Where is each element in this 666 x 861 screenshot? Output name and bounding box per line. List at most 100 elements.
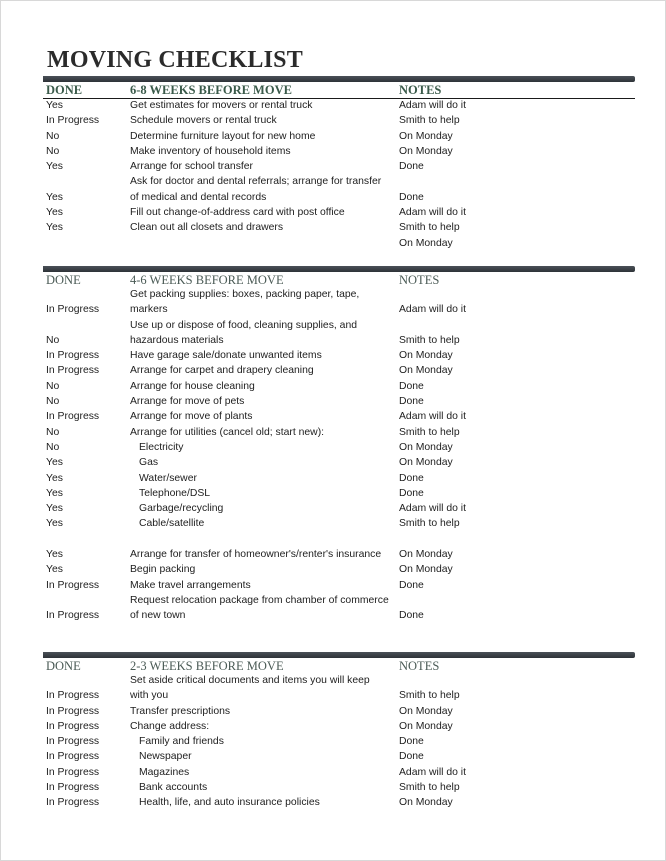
status-cell: Yes xyxy=(46,191,63,203)
notes-cell: Done xyxy=(399,751,424,763)
status-cell: No xyxy=(46,145,60,157)
notes-cell: On Monday xyxy=(399,457,453,469)
checklist-row: In Progress Arrange for move of plants Ada… xyxy=(43,410,635,425)
section-4-6-weeks: DONE 4-6 WEEKS BEFORE MOVE NOTES Get pac… xyxy=(43,266,635,625)
status-cell: In Progress xyxy=(46,705,100,717)
status-cell: Yes xyxy=(46,549,63,561)
status-cell: Yes xyxy=(46,564,63,576)
task-cell: Arrange for carpet and drapery cleaning xyxy=(130,365,314,377)
checklist-row: Set aside critical documents and items y… xyxy=(43,674,635,689)
checklist-row: No Electricity On Monday xyxy=(43,441,635,456)
task-cell: Transfer prescriptions xyxy=(130,705,231,717)
section-header: DONE 6-8 WEEKS BEFORE MOVE NOTES xyxy=(43,82,635,99)
header-task: 4-6 WEEKS BEFORE MOVE xyxy=(130,273,284,287)
notes-cell: On Monday xyxy=(399,237,453,249)
task-cell: Garbage/recycling xyxy=(139,503,224,515)
notes-cell: On Monday xyxy=(399,350,453,362)
checklist-row: In Progress Family and friends Done xyxy=(43,735,635,750)
status-cell: No xyxy=(46,441,60,453)
checklist-row: Yes Get estimates for movers or rental tr… xyxy=(43,99,635,114)
task-cell: markers xyxy=(130,304,168,316)
task-cell: Make travel arrangements xyxy=(130,579,251,591)
task-cell: Get packing supplies: boxes, packing pap… xyxy=(130,289,360,300)
checklist-row: Yes Arrange for transfer of homeowner's/r… xyxy=(43,548,635,563)
status-cell: In Progress xyxy=(46,751,100,763)
task-cell: Ask for doctor and dental referrals; arr… xyxy=(130,176,382,188)
status-cell: No xyxy=(46,380,60,392)
checklist-row: No Determine furniture layout for new hom… xyxy=(43,130,635,145)
checklist-row: Yes Telephone/DSL Done xyxy=(43,487,635,502)
notes-cell: On Monday xyxy=(399,145,453,157)
checklist-row: Yes Begin packing On Monday xyxy=(43,563,635,578)
task-cell: Family and friends xyxy=(139,736,224,748)
header-notes: NOTES xyxy=(399,659,440,673)
notes-cell: On Monday xyxy=(399,564,453,576)
task-cell: Arrange for house cleaning xyxy=(130,380,255,392)
checklist-row: In Progress Bank accounts Smith to help xyxy=(43,781,635,796)
status-cell: In Progress xyxy=(46,579,100,591)
status-cell: In Progress xyxy=(46,797,100,809)
checklist-row: In Progress Change address: On Monday xyxy=(43,720,635,735)
task-cell: Clean out all closets and drawers xyxy=(130,222,284,234)
checklist-row: Yes Water/sewer Done xyxy=(43,472,635,487)
notes-cell: Done xyxy=(399,579,424,591)
checklist-row: In Progress Have garage sale/donate unwan… xyxy=(43,349,635,364)
checklist-row: Yes of medical and dental records Done xyxy=(43,191,635,206)
checklist-row: Ask for doctor and dental referrals; arr… xyxy=(43,175,635,190)
status-cell: In Progress xyxy=(46,115,100,127)
checklist-row: In Progress Health, life, and auto insura… xyxy=(43,796,635,811)
checklist-rows: Get packing supplies: boxes, packing pap… xyxy=(43,288,635,625)
notes-cell: Smith to help xyxy=(399,690,460,702)
status-cell: No xyxy=(46,396,60,408)
section-header: DONE 4-6 WEEKS BEFORE MOVE NOTES xyxy=(43,272,635,288)
task-cell: Use up or dispose of food, cleaning supp… xyxy=(130,319,358,331)
status-cell: Yes xyxy=(46,457,63,469)
task-cell: Begin packing xyxy=(130,564,196,576)
notes-cell: Smith to help xyxy=(399,426,460,438)
checklist-rows: Yes Get estimates for movers or rental tr… xyxy=(43,99,635,252)
header-task: 6-8 WEEKS BEFORE MOVE xyxy=(130,83,292,97)
checklist-row: In Progress Magazines Adam will do it xyxy=(43,766,635,781)
checklist-row: No hazardous materials Smith to help xyxy=(43,334,635,349)
task-cell: Arrange for transfer of homeowner's/rent… xyxy=(130,549,382,561)
task-cell: Gas xyxy=(139,457,159,469)
header-notes: NOTES xyxy=(399,273,440,287)
notes-cell: Done xyxy=(399,396,424,408)
task-cell: Arrange for school transfer xyxy=(130,161,254,173)
status-cell: Yes xyxy=(46,518,63,530)
status-cell: In Progress xyxy=(46,736,100,748)
checklist-row: Request relocation package from chamber … xyxy=(43,594,635,609)
notes-cell: On Monday xyxy=(399,549,453,561)
notes-cell: Adam will do it xyxy=(399,304,466,316)
notes-cell: Done xyxy=(399,472,424,484)
notes-cell: Adam will do it xyxy=(399,503,466,515)
notes-cell: Done xyxy=(399,191,424,203)
status-cell: In Progress xyxy=(46,304,100,316)
notes-cell: Adam will do it xyxy=(399,411,466,423)
checklist-row: In Progress with you Smith to help xyxy=(43,689,635,704)
notes-cell: Done xyxy=(399,161,424,173)
task-cell: Arrange for move of pets xyxy=(130,396,245,408)
checklist-row: Yes Gas On Monday xyxy=(43,456,635,471)
notes-cell: Done xyxy=(399,487,424,499)
checklist-row: Yes Fill out change-of-address card with … xyxy=(43,206,635,221)
notes-cell: On Monday xyxy=(399,441,453,453)
checklist-row: Get packing supplies: boxes, packing pap… xyxy=(43,288,635,303)
notes-cell: Adam will do it xyxy=(399,207,466,219)
header-notes: NOTES xyxy=(399,83,442,97)
status-cell: No xyxy=(46,334,60,346)
checklist-row: Yes Arrange for school transfer Done xyxy=(43,160,635,175)
status-cell: In Progress xyxy=(46,411,100,423)
task-cell: Newspaper xyxy=(139,751,192,763)
checklist-row: No Arrange for utilities (cancel old; sta… xyxy=(43,426,635,441)
section-2-3-weeks: DONE 2-3 WEEKS BEFORE MOVE NOTES Set asi… xyxy=(43,652,635,812)
notes-cell: On Monday xyxy=(399,797,453,809)
header-done: DONE xyxy=(46,659,81,673)
checklist-row: On Monday xyxy=(43,237,635,252)
task-cell: Change address: xyxy=(130,720,210,732)
task-cell: Request relocation package from chamber … xyxy=(130,594,389,606)
checklist-row: In Progress markers Adam will do it xyxy=(43,303,635,318)
notes-cell: Smith to help xyxy=(399,334,460,346)
task-cell: hazardous materials xyxy=(130,334,224,346)
task-cell: Magazines xyxy=(139,766,190,778)
